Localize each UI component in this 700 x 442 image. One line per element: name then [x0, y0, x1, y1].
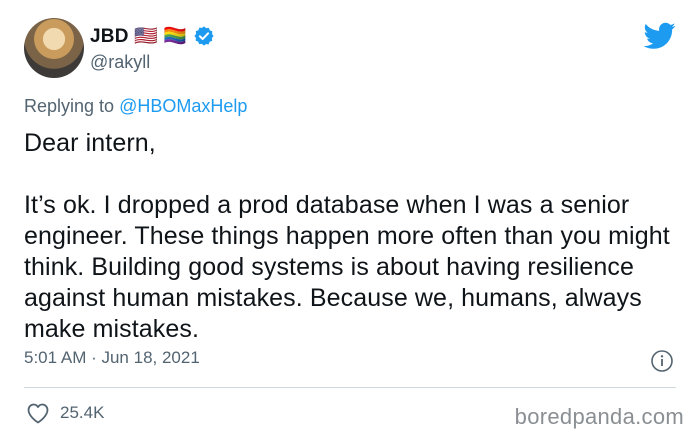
avatar[interactable]	[24, 18, 84, 78]
heart-icon	[27, 403, 49, 424]
tweet-text-line: It’s ok. I dropped a prod database when …	[24, 191, 670, 343]
like-count: 25.4K	[60, 403, 105, 422]
divider	[24, 387, 676, 388]
verified-badge-icon	[194, 26, 214, 46]
display-name[interactable]: JBD 🇺🇸 🏳️‍🌈	[90, 24, 187, 48]
twitter-bird-icon[interactable]	[644, 22, 676, 50]
tweet-text: Dear intern, It’s ok. I dropped a prod d…	[24, 128, 684, 345]
info-icon[interactable]	[650, 349, 674, 373]
display-name-row[interactable]: JBD 🇺🇸 🏳️‍🌈	[90, 24, 215, 48]
tweet-timestamp[interactable]: 5:01 AM · Jun 18, 2021	[24, 348, 200, 368]
watermark: boredpanda.com	[514, 404, 684, 429]
user-handle[interactable]: @rakyll	[90, 52, 150, 73]
tweet-text-line: Dear intern,	[24, 129, 156, 157]
reply-to-link[interactable]: @HBOMaxHelp	[119, 96, 247, 116]
reply-prefix: Replying to	[24, 96, 120, 116]
like-button[interactable]: 25.4K	[26, 402, 104, 424]
reply-context: Replying to @HBOMaxHelp	[24, 96, 247, 117]
